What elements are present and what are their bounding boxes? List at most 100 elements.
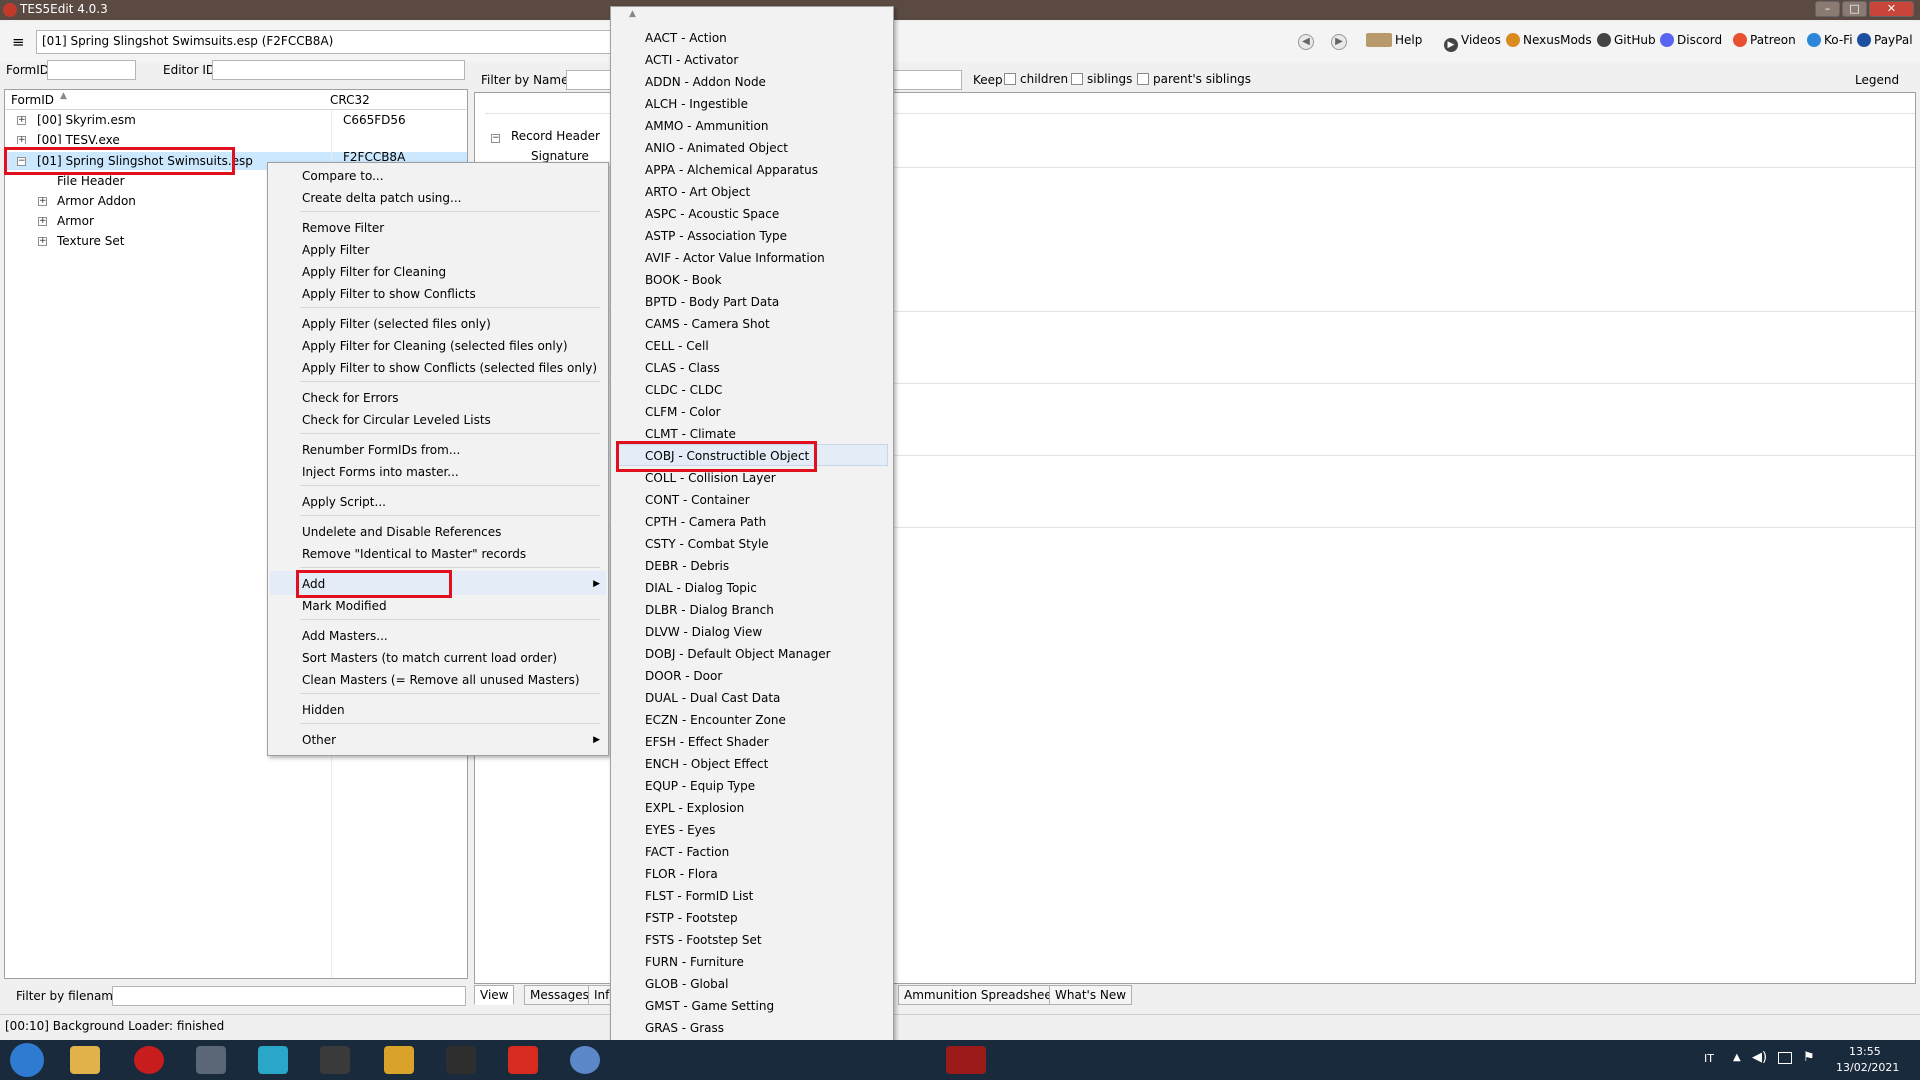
submenu-item-clmt[interactable]: CLMT - Climate [645, 427, 736, 441]
submenu-item-clfm[interactable]: CLFM - Color [645, 405, 721, 419]
clock-time[interactable]: 13:55 [1849, 1045, 1881, 1058]
tree-row[interactable]: + Armor [5, 212, 265, 230]
submenu-item-debr[interactable]: DEBR - Debris [645, 559, 729, 573]
menu-item-check-errors[interactable]: Check for Errors [302, 391, 399, 405]
submenu-item-flst[interactable]: FLST - FormID List [645, 889, 753, 903]
tab-ammunition-spreadsheet[interactable]: Ammunition Spreadsheet [898, 985, 1063, 1005]
menu-item-inject-forms[interactable]: Inject Forms into master... [302, 465, 459, 479]
menu-item-renumber-formids[interactable]: Renumber FormIDs from... [302, 443, 460, 457]
ffdec-icon[interactable] [570, 1046, 600, 1074]
submenu-item-dlvw[interactable]: DLVW - Dialog View [645, 625, 762, 639]
submenu-item-ammo[interactable]: AMMO - Ammunition [645, 119, 768, 133]
children-checkbox[interactable]: children [1004, 72, 1068, 86]
submenu-item-csty[interactable]: CSTY - Combat Style [645, 537, 769, 551]
file-explorer-icon[interactable] [70, 1046, 100, 1074]
speaker-app-icon[interactable] [320, 1046, 350, 1074]
submenu-item-fsts[interactable]: FSTS - Footstep Set [645, 933, 762, 947]
submenu-item-dlbr[interactable]: DLBR - Dialog Branch [645, 603, 774, 617]
crc32-column-header[interactable]: CRC32 [330, 93, 370, 107]
submenu-item-acti[interactable]: ACTI - Activator [645, 53, 738, 67]
submenu-item-book[interactable]: BOOK - Book [645, 273, 722, 287]
tree-row[interactable]: + [00] Skyrim.esm C665FD56 [5, 111, 465, 129]
submenu-item-alch[interactable]: ALCH - Ingestible [645, 97, 748, 111]
submenu-item-appa[interactable]: APPA - Alchemical Apparatus [645, 163, 818, 177]
parents-siblings-checkbox[interactable]: parent's siblings [1137, 72, 1251, 86]
submenu-item-addn[interactable]: ADDN - Addon Node [645, 75, 766, 89]
patreon-link[interactable]: Patreon [1733, 33, 1796, 47]
submenu-item-dobj[interactable]: DOBJ - Default Object Manager [645, 647, 831, 661]
tab-whats-new[interactable]: What's New [1049, 985, 1133, 1005]
submenu-item-cldc[interactable]: CLDC - CLDC [645, 383, 722, 397]
menu-item-apply-filter-cleaning[interactable]: Apply Filter for Cleaning [302, 265, 446, 279]
submenu-item-bptd[interactable]: BPTD - Body Part Data [645, 295, 779, 309]
submenu-item-gmst[interactable]: GMST - Game Setting [645, 999, 774, 1013]
help-link[interactable]: Help [1366, 33, 1422, 47]
menu-item-hidden[interactable]: Hidden [302, 703, 345, 717]
submenu-item-cont[interactable]: CONT - Container [645, 493, 750, 507]
editorid-input[interactable] [212, 60, 465, 80]
expand-icon[interactable]: + [38, 197, 47, 206]
opera-active-icon[interactable] [946, 1046, 986, 1074]
volume-icon[interactable]: ◀) [1752, 1050, 1767, 1065]
submenu-item-ench[interactable]: ENCH - Object Effect [645, 757, 768, 771]
expand-icon[interactable]: + [38, 217, 47, 226]
menu-item-apply-filter-conflicts[interactable]: Apply Filter to show Conflicts [302, 287, 476, 301]
menu-item-apply-filter-selected[interactable]: Apply Filter (selected files only) [302, 317, 491, 331]
menu-item-remove-filter[interactable]: Remove Filter [302, 221, 384, 235]
submenu-item-glob[interactable]: GLOB - Global [645, 977, 728, 991]
submenu-item-eyes[interactable]: EYES - Eyes [645, 823, 715, 837]
action-center-flag-icon[interactable]: ⚑ [1803, 1050, 1815, 1065]
calendar-app-icon[interactable] [384, 1046, 414, 1074]
show-hidden-icons[interactable]: ▲ [1733, 1052, 1741, 1063]
paypal-link[interactable]: PayPal [1857, 33, 1913, 47]
siblings-checkbox[interactable]: siblings [1071, 72, 1132, 86]
hamburger-menu-icon[interactable]: ≡ [12, 34, 25, 50]
submenu-item-expl[interactable]: EXPL - Explosion [645, 801, 744, 815]
discord-link[interactable]: Discord [1660, 33, 1722, 47]
submenu-item-door[interactable]: DOOR - Door [645, 669, 722, 683]
minimize-icon[interactable]: – [1815, 1, 1840, 17]
menu-item-other[interactable]: Other [302, 733, 336, 747]
legend-button[interactable]: Legend [1855, 73, 1899, 87]
submenu-item-aspc[interactable]: ASPC - Acoustic Space [645, 207, 779, 221]
formid-column-header[interactable]: FormID [11, 93, 54, 107]
menu-item-remove-identical-to-master[interactable]: Remove "Identical to Master" records [302, 547, 526, 561]
submenu-item-furn[interactable]: FURN - Furniture [645, 955, 744, 969]
submenu-item-dial[interactable]: DIAL - Dialog Topic [645, 581, 757, 595]
menu-item-clean-masters[interactable]: Clean Masters (= Remove all unused Maste… [302, 673, 580, 687]
clock-date[interactable]: 13/02/2021 [1836, 1061, 1899, 1074]
menu-item-undelete-disable-references[interactable]: Undelete and Disable References [302, 525, 501, 539]
close-icon[interactable]: ✕ [1869, 1, 1914, 17]
menu-item-compare[interactable]: Compare to... [302, 169, 384, 183]
submenu-item-gras[interactable]: GRAS - Grass [645, 1021, 724, 1035]
menu-item-sort-masters[interactable]: Sort Masters (to match current load orde… [302, 651, 557, 665]
submenu-item-arto[interactable]: ARTO - Art Object [645, 185, 750, 199]
media-icon[interactable] [196, 1046, 226, 1074]
nexusmods-link[interactable]: NexusMods [1506, 33, 1592, 47]
submenu-item-efsh[interactable]: EFSH - Effect Shader [645, 735, 769, 749]
submenu-item-avif[interactable]: AVIF - Actor Value Information [645, 251, 825, 265]
filter-by-filename-input[interactable] [112, 986, 466, 1006]
tree-row[interactable]: + Texture Set [5, 232, 265, 250]
submenu-item-clas[interactable]: CLAS - Class [645, 361, 720, 375]
expand-icon[interactable]: + [17, 116, 26, 125]
expand-icon[interactable]: + [17, 136, 26, 144]
submenu-item-cell[interactable]: CELL - Cell [645, 339, 709, 353]
back-icon[interactable]: ◀ [1298, 34, 1314, 50]
submenu-item-equp[interactable]: EQUP - Equip Type [645, 779, 755, 793]
submenu-item-flor[interactable]: FLOR - Flora [645, 867, 718, 881]
tree-row[interactable]: + [00] TESV.exe [5, 131, 465, 144]
language-indicator[interactable]: IT [1704, 1052, 1714, 1065]
menu-item-apply-filter[interactable]: Apply Filter [302, 243, 369, 257]
menu-item-add-masters[interactable]: Add Masters... [302, 629, 388, 643]
submenu-item-astp[interactable]: ASTP - Association Type [645, 229, 787, 243]
opera-icon[interactable] [134, 1046, 164, 1074]
maximize-icon[interactable]: □ [1842, 1, 1867, 17]
tab-messages[interactable]: Messages [524, 985, 595, 1005]
game-icon[interactable] [446, 1046, 476, 1074]
start-icon[interactable] [10, 1043, 44, 1077]
collapse-icon[interactable]: − [491, 134, 500, 143]
menu-item-mark-modified[interactable]: Mark Modified [302, 599, 387, 613]
file-path-field[interactable]: [01] Spring Slingshot Swimsuits.esp (F2F… [36, 30, 611, 54]
expand-icon[interactable]: + [38, 237, 47, 246]
